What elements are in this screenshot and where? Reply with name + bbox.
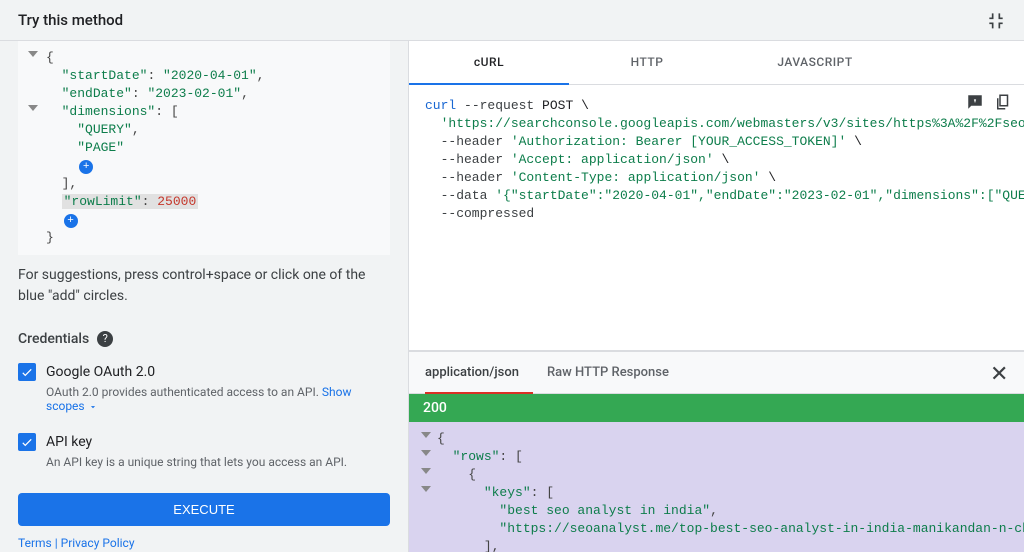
terms-link[interactable]: Terms — [18, 536, 52, 550]
fold-icon[interactable] — [28, 51, 38, 57]
oauth-checkbox[interactable] — [18, 363, 36, 381]
footer-links: Terms | Privacy Policy — [0, 534, 408, 552]
editor-hint: For suggestions, press control+space or … — [0, 265, 408, 307]
curl-code-block: curl --request POST \ 'https://searchcon… — [409, 85, 1024, 235]
page-title: Try this method — [18, 11, 123, 29]
add-field-button[interactable]: + — [79, 160, 93, 174]
dark-mode-icon[interactable] — [966, 93, 984, 111]
collapse-icon[interactable] — [986, 10, 1006, 30]
privacy-link[interactable]: Privacy Policy — [61, 536, 135, 550]
response-tabs: application/json Raw HTTP Response ✕ — [409, 350, 1024, 394]
fold-icon[interactable] — [421, 432, 431, 438]
response-body: { "rows": [ { "keys": [ "best seo analys… — [409, 422, 1024, 552]
copy-icon[interactable] — [994, 93, 1012, 111]
help-icon[interactable]: ? — [97, 331, 113, 347]
tab-raw-http[interactable]: Raw HTTP Response — [547, 353, 669, 392]
apikey-description: An API key is a unique string that lets … — [46, 455, 390, 469]
tab-http[interactable]: HTTP — [569, 41, 725, 84]
request-body-editor[interactable]: { "startDate": "2020-04-01", "endDate": … — [18, 41, 390, 255]
tab-curl[interactable]: cURL — [409, 41, 569, 85]
fold-icon[interactable] — [421, 450, 431, 456]
status-badge: 200 — [409, 394, 1024, 422]
close-icon[interactable]: ✕ — [990, 362, 1010, 382]
credentials-heading: Credentials — [18, 331, 89, 347]
active-tab-underline — [425, 392, 533, 394]
add-field-button[interactable]: + — [64, 214, 78, 228]
apikey-checkbox-label[interactable]: API key — [18, 433, 390, 451]
fold-icon[interactable] — [421, 486, 431, 492]
tab-javascript[interactable]: JAVASCRIPT — [725, 41, 905, 84]
fold-icon[interactable] — [28, 105, 38, 111]
code-sample-tabs: cURL HTTP JAVASCRIPT — [409, 41, 1024, 85]
execute-button[interactable]: EXECUTE — [18, 493, 390, 526]
fold-icon[interactable] — [421, 468, 431, 474]
apikey-checkbox[interactable] — [18, 433, 36, 451]
oauth-checkbox-label[interactable]: Google OAuth 2.0 — [18, 363, 390, 381]
tab-application-json[interactable]: application/json — [425, 353, 519, 392]
oauth-description: OAuth 2.0 provides authenticated access … — [46, 385, 390, 413]
